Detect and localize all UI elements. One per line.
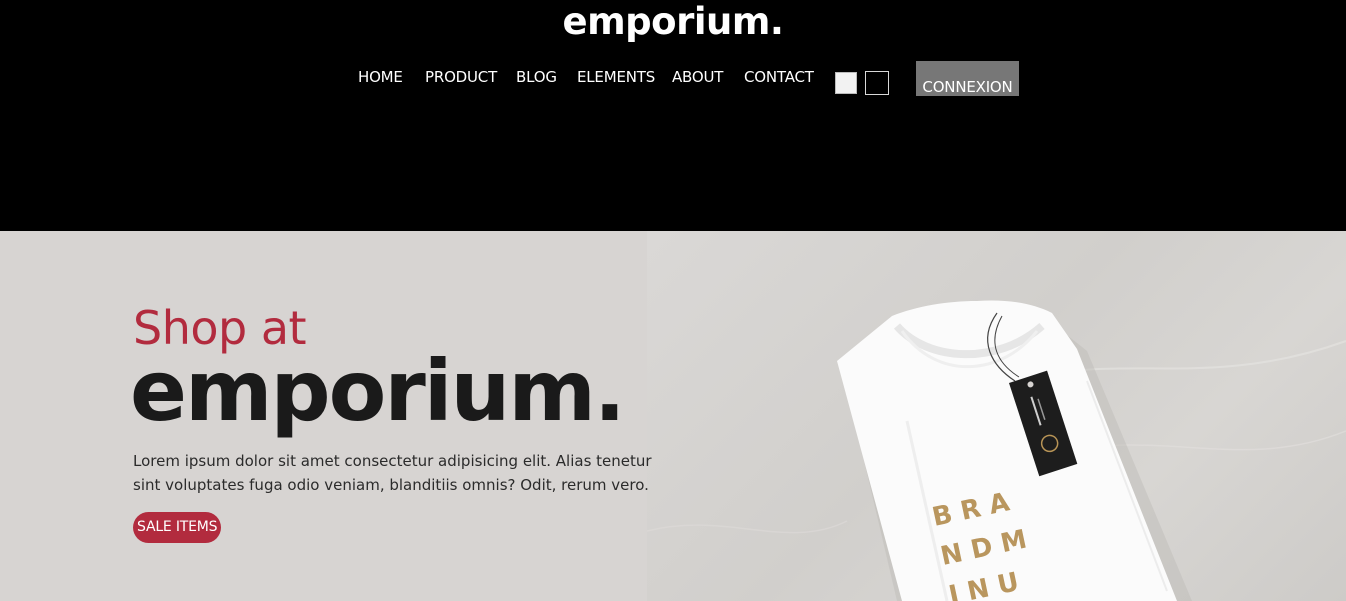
- hero-banner: B R A N D M I N U Shop at emporium. Lore…: [0, 231, 1346, 601]
- connexion-button[interactable]: CONNEXION: [916, 61, 1019, 96]
- nav-contact[interactable]: CONTACT: [744, 67, 814, 87]
- hero-title: emporium.: [130, 342, 626, 440]
- nav-blog[interactable]: BLOG: [516, 67, 557, 87]
- nav-home[interactable]: HOME: [358, 67, 403, 87]
- nav-elements[interactable]: ELEMENTS: [577, 67, 655, 87]
- main-nav: HOME PRODUCT BLOG ELEMENTS ABOUT CONTACT: [0, 67, 1346, 91]
- light-theme-button[interactable]: [835, 72, 857, 94]
- hero-description: Lorem ipsum dolor sit amet consectetur a…: [133, 452, 652, 494]
- tshirt-image: B R A N D M I N U: [647, 231, 1346, 601]
- nav-product[interactable]: PRODUCT: [425, 67, 497, 87]
- nav-about[interactable]: ABOUT: [672, 67, 723, 87]
- dark-theme-button[interactable]: [865, 71, 889, 95]
- site-header: emporium. HOME PRODUCT BLOG ELEMENTS ABO…: [0, 0, 1346, 231]
- site-logo[interactable]: emporium.: [0, 0, 1346, 44]
- sale-items-button[interactable]: SALE ITEMS: [133, 512, 222, 543]
